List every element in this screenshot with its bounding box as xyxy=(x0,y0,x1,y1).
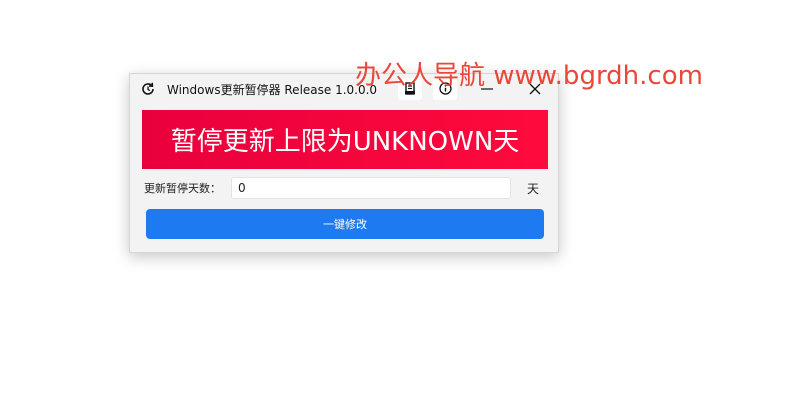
days-input[interactable] xyxy=(231,177,511,199)
days-unit: 天 xyxy=(527,182,540,196)
app-window: Windows更新暂停器 Release 1.0.0.0 暂停更新上限为UNKN… xyxy=(129,73,559,253)
screen: Windows更新暂停器 Release 1.0.0.0 暂停更新上限为UNKN… xyxy=(0,0,786,404)
apply-button[interactable]: 一键修改 xyxy=(146,209,544,239)
days-label: 更新暂停天数： xyxy=(144,182,221,195)
window-title: Windows更新暂停器 Release 1.0.0.0 xyxy=(167,83,378,97)
refresh-icon xyxy=(140,81,156,97)
watermark-text: 办公人导航 www.bgrdh.com xyxy=(355,61,703,91)
limit-banner: 暂停更新上限为UNKNOWN天 xyxy=(142,110,548,169)
banner-text: 暂停更新上限为UNKNOWN天 xyxy=(170,127,520,157)
